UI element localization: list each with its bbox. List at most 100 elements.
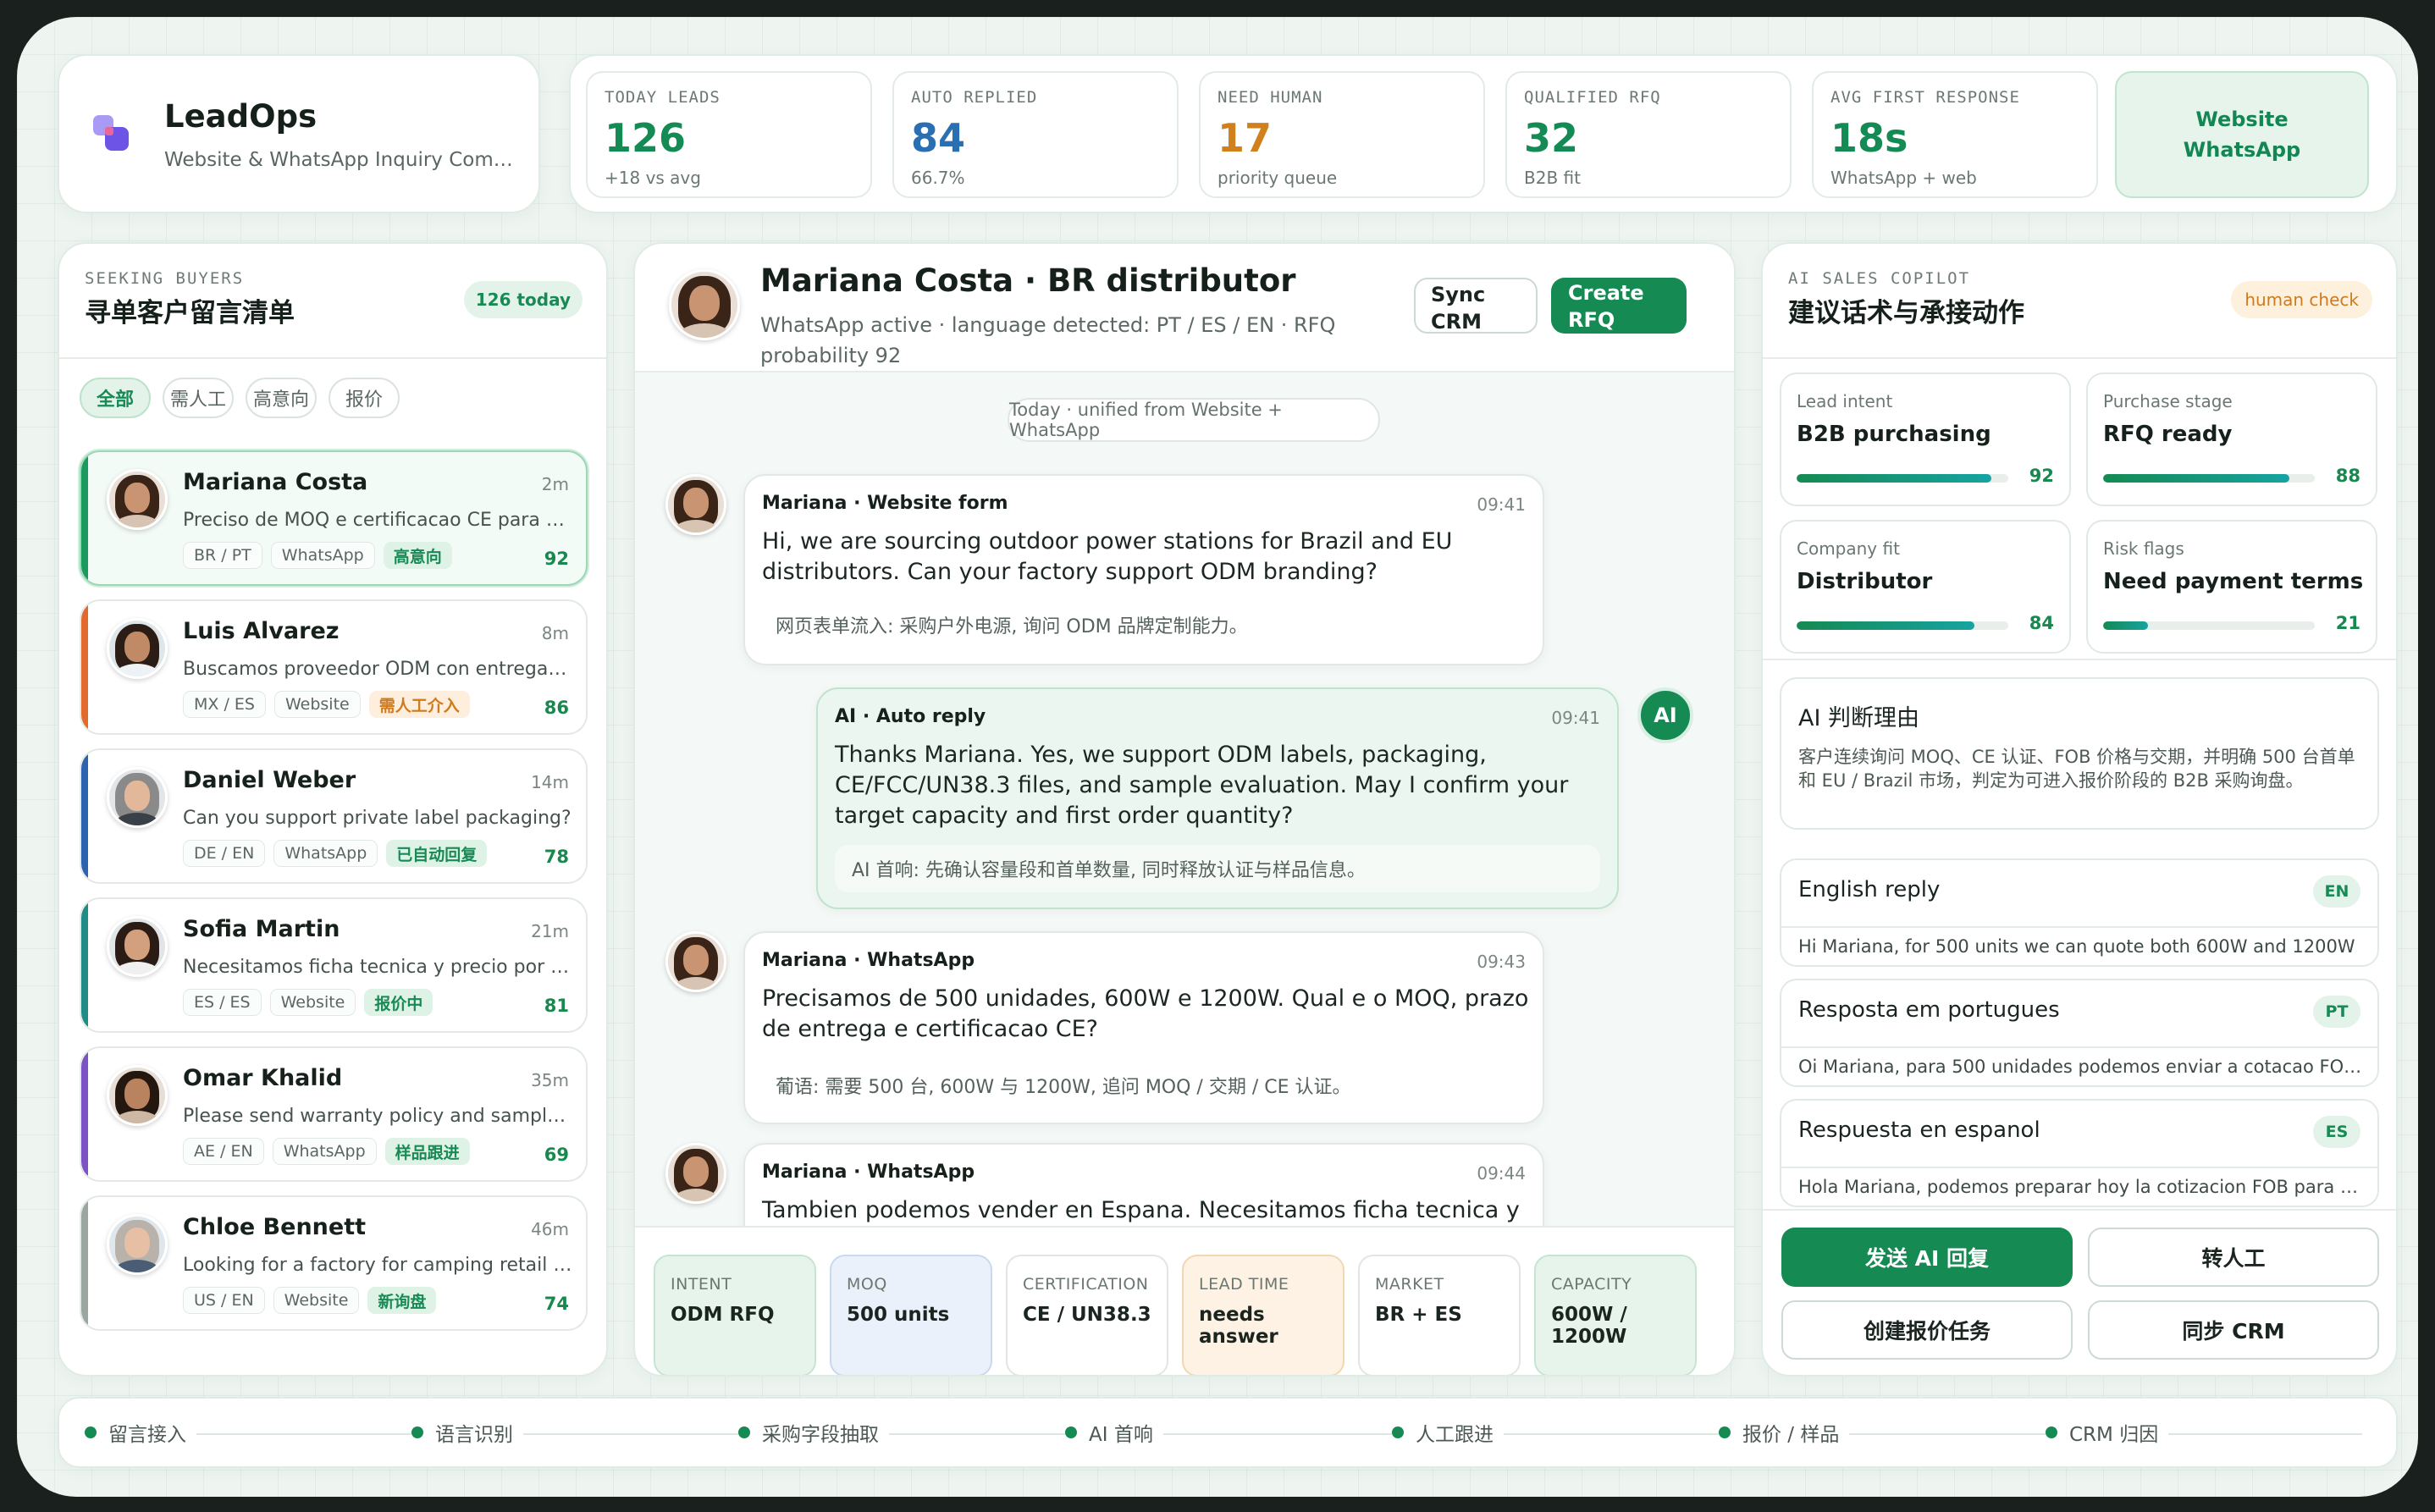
signal-score: 92 bbox=[2029, 466, 2054, 486]
extracted-field[interactable]: CAPACITY 600W / 1200W bbox=[1534, 1255, 1697, 1375]
create-rfq-button[interactable]: Create RFQ bbox=[1551, 278, 1687, 334]
kpi-sub: B2B fit bbox=[1524, 168, 1581, 188]
field-label: CERTIFICATION bbox=[1023, 1275, 1149, 1294]
kpi-card[interactable]: TODAY LEADS 126 +18 vs avg bbox=[586, 71, 872, 198]
contact-name: Mariana Costa · BR distributor bbox=[760, 262, 1296, 299]
extracted-fields: INTENT ODM RFQ MOQ 500 units CERTIFICATION CE… bbox=[654, 1255, 1720, 1375]
kpi-card[interactable]: AUTO REPLIED 84 66.7% bbox=[892, 71, 1179, 198]
filter-chip[interactable]: 报价 bbox=[329, 378, 400, 418]
customer-message-bubble[interactable]: Mariana · WhatsApp 09:44 Tambien podemos v… bbox=[743, 1143, 1544, 1226]
kpi-label: NEED HUMAN bbox=[1218, 88, 1323, 107]
signal-label: Company fit bbox=[1797, 538, 1900, 559]
sync-crm-action-button[interactable]: 同步 CRM bbox=[2088, 1300, 2379, 1360]
reply-draft-card[interactable]: Resposta em portugues PT Oi Mariana, para … bbox=[1780, 979, 2379, 1087]
lead-tags: ES / ES Website 报价中 bbox=[183, 989, 433, 1016]
pipeline-step[interactable]: 语言识别 bbox=[411, 1399, 523, 1466]
lead-card[interactable]: Sofia Martin 21m Necesitamos ficha tecnica… bbox=[80, 897, 588, 1033]
lead-score: 81 bbox=[544, 996, 569, 1016]
pipeline-step[interactable]: 留言接入 bbox=[85, 1399, 196, 1466]
signal-card[interactable]: Purchase stage RFQ ready 88 bbox=[2086, 372, 2377, 506]
lead-card[interactable]: Luis Alvarez 8m Buscamos proveedor ODM con… bbox=[80, 599, 588, 735]
customer-message-bubble[interactable]: Mariana · WhatsApp 09:43 Precisamos de 500… bbox=[743, 931, 1544, 1124]
filter-chip[interactable]: 全部 bbox=[80, 378, 151, 418]
pipeline-step[interactable]: CRM 归因 bbox=[2046, 1399, 2169, 1466]
signal-card[interactable]: Lead intent B2B purchasing 92 bbox=[1780, 372, 2071, 506]
lead-name: Sofia Martin bbox=[183, 916, 340, 942]
kpi-card[interactable]: NEED HUMAN 17 priority queue bbox=[1199, 71, 1485, 198]
message-sender: Mariana · Website form bbox=[762, 493, 1008, 514]
contact-avatar bbox=[669, 269, 740, 340]
chat-thread[interactable]: Today · unified from Website + WhatsApp … bbox=[635, 372, 1734, 1226]
pipeline-step[interactable]: 采购字段抽取 bbox=[738, 1399, 889, 1466]
reply-draft-card[interactable]: Respuesta en espanol ES Hola Mariana, pode… bbox=[1780, 1099, 2379, 1207]
avatar-body bbox=[114, 813, 160, 825]
handoff-human-button[interactable]: 转人工 bbox=[2088, 1228, 2379, 1287]
ai-reply-bubble[interactable]: AI · Auto reply 09:41 Thanks Mariana. Yes,… bbox=[816, 687, 1619, 909]
avatar-body bbox=[673, 977, 719, 990]
field-label: CAPACITY bbox=[1551, 1275, 1632, 1294]
reply-draft-card[interactable]: English reply EN Hi Mariana, for 500 units… bbox=[1780, 858, 2379, 967]
avatar-face bbox=[124, 483, 151, 513]
extracted-field[interactable]: MOQ 500 units bbox=[830, 1255, 992, 1375]
extracted-field[interactable]: MARKET BR + ES bbox=[1358, 1255, 1521, 1375]
lead-card[interactable]: Daniel Weber 14m Can you support private l… bbox=[80, 748, 588, 884]
kpi-card[interactable]: QUALIFIED RFQ 32 B2B fit bbox=[1505, 71, 1792, 198]
pipeline-step[interactable]: 人工跟进 bbox=[1392, 1399, 1504, 1466]
message-text: Tambien podemos vender en Espana. Necesi… bbox=[762, 1197, 1520, 1223]
lead-status-tag: 高意向 bbox=[383, 542, 452, 569]
channel-whatsapp: WhatsApp bbox=[2183, 138, 2301, 162]
message-text: Thanks Mariana. Yes, we support ODM labe… bbox=[835, 742, 1569, 829]
pipeline-dot-icon bbox=[85, 1426, 97, 1438]
create-quote-task-button[interactable]: 创建报价任务 bbox=[1781, 1300, 2073, 1360]
pipeline-step[interactable]: 报价 / 样品 bbox=[1719, 1399, 1850, 1466]
avatar-face bbox=[124, 930, 151, 960]
kpi-card[interactable]: AVG FIRST RESPONSE 18s WhatsApp + web bbox=[1812, 71, 2098, 198]
app-subtitle: Website & WhatsApp Inquiry Comman... bbox=[164, 149, 528, 171]
pipeline-step[interactable]: AI 首响 bbox=[1065, 1399, 1163, 1466]
pipeline-dot-icon bbox=[738, 1426, 750, 1438]
lead-card[interactable]: Omar Khalid 35m Please send warranty polic… bbox=[80, 1046, 588, 1182]
send-ai-reply-button[interactable]: 发送 AI 回复 bbox=[1781, 1228, 2073, 1287]
kpi-label: TODAY LEADS bbox=[605, 88, 721, 107]
customer-message-bubble[interactable]: Mariana · Website form 09:41 Hi, we are so… bbox=[743, 474, 1544, 665]
signal-progress-track bbox=[2103, 621, 2315, 630]
brand-card: LeadOps Website & WhatsApp Inquiry Comma… bbox=[58, 54, 540, 213]
filter-chip[interactable]: 高意向 bbox=[246, 378, 317, 418]
message-time: 09:41 bbox=[1477, 494, 1526, 515]
signal-card[interactable]: Company fit Distributor 84 bbox=[1780, 520, 2071, 654]
extracted-field[interactable]: INTENT ODM RFQ bbox=[654, 1255, 816, 1375]
human-check-badge: human check bbox=[2231, 281, 2372, 318]
field-value: 600W / 1200W bbox=[1551, 1304, 1627, 1348]
extracted-field[interactable]: CERTIFICATION CE / UN38.3 bbox=[1006, 1255, 1168, 1375]
lead-card[interactable]: Mariana Costa 2m Preciso de MOQ e certific… bbox=[80, 450, 588, 586]
leadops-logo-icon bbox=[93, 115, 130, 152]
pipeline-bar: 留言接入 语言识别 采购字段抽取 AI 首响 人工跟进 报价 / 样品 CRM 归因 bbox=[58, 1397, 2398, 1468]
buyers-eyebrow: SEEKING BUYERS bbox=[85, 269, 245, 288]
lead-tags: DE / EN WhatsApp 已自动回复 bbox=[183, 840, 488, 867]
signal-value: B2B purchasing bbox=[1797, 422, 1991, 447]
field-value: CE / UN38.3 bbox=[1023, 1304, 1151, 1326]
lead-avatar bbox=[107, 767, 168, 828]
conversation-panel: Mariana Costa · BR distributor WhatsApp … bbox=[633, 242, 1736, 1377]
reply-language-badge: PT bbox=[2313, 996, 2360, 1028]
avatar bbox=[665, 931, 726, 992]
lead-card[interactable]: Chloe Bennett 46m Looking for a factory fo… bbox=[80, 1195, 588, 1331]
field-value: 500 units bbox=[847, 1304, 950, 1326]
ai-reason-card: AI 判断理由 客户连续询问 MOQ、CE 认证、FOB 价格与交期，并明确 5… bbox=[1780, 677, 2379, 830]
signal-progress-track bbox=[1797, 474, 2008, 483]
avatar bbox=[107, 1214, 168, 1275]
lead-tags: MX / ES Website 需人工介入 bbox=[183, 691, 470, 718]
lead-message: Can you support private label packaging? bbox=[183, 808, 571, 829]
filter-chip[interactable]: 需人工 bbox=[163, 378, 234, 418]
reason-title: AI 判断理由 bbox=[1798, 705, 1920, 731]
kpi-value: 18s bbox=[1830, 115, 1908, 161]
signal-card[interactable]: Risk flags Need payment terms 21 bbox=[2086, 520, 2377, 654]
divider bbox=[1763, 659, 2396, 660]
lead-tag: US / EN bbox=[183, 1287, 265, 1314]
field-value: ODM RFQ bbox=[671, 1304, 775, 1326]
avatar bbox=[107, 916, 168, 977]
channel-filter-button[interactable]: Website WhatsApp bbox=[2115, 71, 2369, 198]
sync-crm-button[interactable]: Sync CRM bbox=[1414, 278, 1538, 334]
extracted-field[interactable]: LEAD TIME needs answer bbox=[1182, 1255, 1344, 1375]
signal-progress-fill bbox=[2103, 621, 2148, 630]
